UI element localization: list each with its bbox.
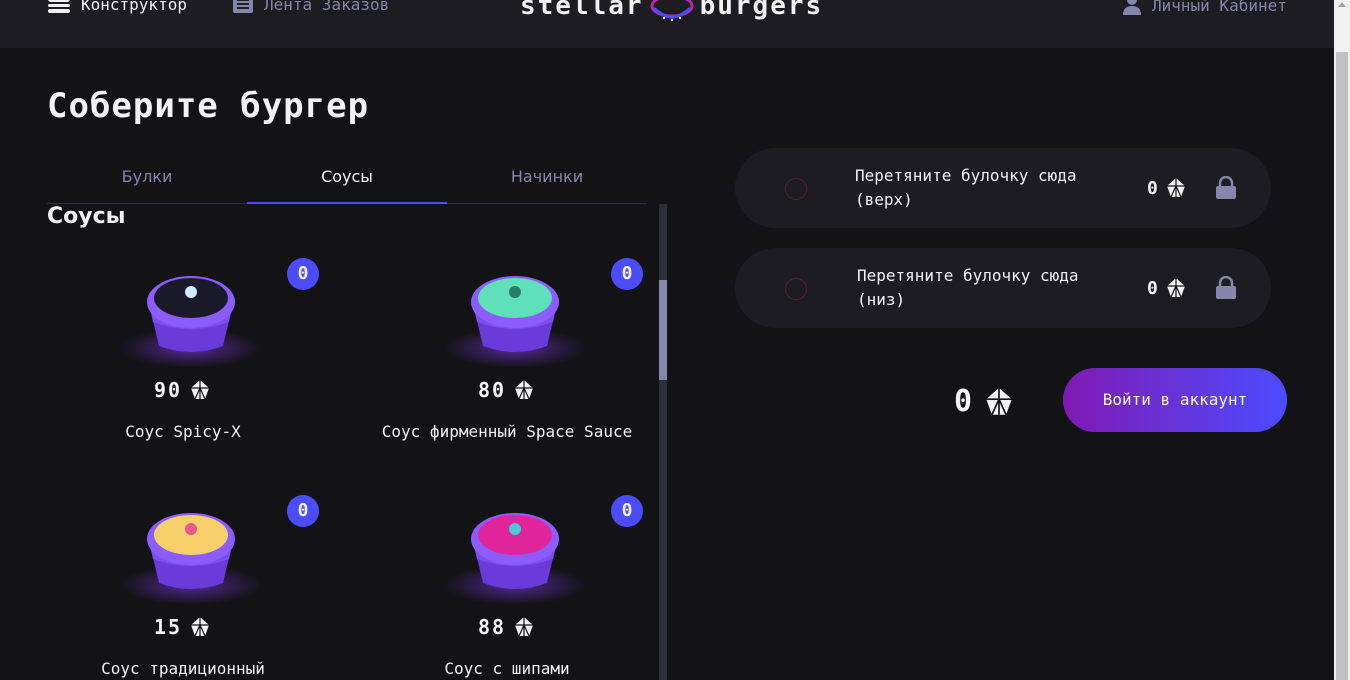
price-value: 80 [477, 378, 507, 402]
currency-icon [515, 617, 534, 637]
bun-bottom-price: 0 [1147, 276, 1188, 300]
bun-top-placeholder: Перетяните булочку сюда (верх) [855, 166, 1077, 209]
page-title: Соберите бургер [47, 86, 370, 126]
count-badge: 0 [611, 258, 643, 290]
sauce-image [91, 493, 291, 605]
user-icon [1123, 0, 1141, 15]
price-value: 88 [477, 615, 507, 639]
logo-plate-icon [650, 0, 694, 22]
logo-right-text: burgers [699, 0, 824, 21]
sauce-image [415, 493, 615, 605]
scroll-up-arrow-icon[interactable] [1338, 2, 1346, 7]
ingredient-name: Соус фирменный Space Sauce [381, 422, 633, 441]
ingredient-tabs: Булки Соусы Начинки [47, 160, 647, 204]
ingredient-price: 88 [371, 615, 643, 639]
ingredient-card[interactable]: 0 80 Соус фирменный Space Sauce [371, 256, 643, 476]
currency-icon [191, 380, 210, 400]
total-value: 0 [954, 384, 973, 419]
bun-bottom-drop-zone[interactable]: Перетяните булочку сюда (низ) 0 [735, 248, 1271, 328]
ingredient-name: Соус с шипами [444, 659, 570, 678]
empty-slot-circle-icon [785, 178, 807, 200]
currency-icon [986, 387, 1012, 415]
tab-buns[interactable]: Булки [47, 160, 247, 203]
section-title-sauces: Соусы [47, 204, 126, 229]
count-badge: 0 [287, 258, 319, 290]
logo-left-text: stellar [520, 0, 644, 21]
ingredient-name: Соус Spicy-X [125, 422, 241, 441]
lock-icon [1216, 176, 1236, 199]
nav-profile-label: Личный Кабинет [1152, 0, 1287, 15]
sauce-image [91, 256, 291, 368]
lock-icon [1216, 276, 1236, 299]
nav-order-feed[interactable]: Лента Заказов [232, 0, 389, 14]
price-value: 0 [1147, 277, 1158, 299]
nav-order-feed-label: Лента Заказов [264, 0, 390, 14]
logo[interactable]: stellar burgers [520, 0, 823, 24]
nav-profile[interactable]: Личный Кабинет [1122, 0, 1287, 16]
tab-fillings[interactable]: Начинки [447, 160, 647, 203]
price-value: 90 [153, 378, 183, 402]
tab-sauces[interactable]: Соусы [247, 160, 447, 204]
ingredient-card[interactable]: 0 88 Соус с шипами [371, 493, 643, 680]
ingredients-scrollbar[interactable] [659, 204, 667, 680]
ingredients-scrollbar-thumb[interactable] [659, 280, 667, 380]
login-button[interactable]: Войти в аккаунт [1063, 368, 1287, 432]
page-scrollbar-thumb[interactable] [1336, 52, 1348, 680]
ingredient-card[interactable]: 0 90 Соус Spicy-X [47, 256, 319, 476]
ingredient-price: 90 [47, 378, 319, 402]
bun-top-drop-zone[interactable]: Перетяните булочку сюда (верх) 0 [735, 148, 1271, 228]
currency-icon [1166, 278, 1185, 298]
bun-top-price: 0 [1147, 176, 1188, 200]
list-icon [233, 0, 253, 13]
nav-constructor[interactable]: Конструктор [47, 0, 187, 14]
price-value: 15 [153, 615, 183, 639]
ingredient-card[interactable]: 0 15 Соус традиционный [47, 493, 319, 680]
price-value: 0 [1147, 177, 1158, 199]
count-badge: 0 [611, 495, 643, 527]
nav-constructor-label: Конструктор [81, 0, 187, 14]
ingredient-price: 15 [47, 615, 319, 639]
burger-icon [48, 0, 70, 13]
app-header: Конструктор Лента Заказов stellar burger… [0, 0, 1334, 48]
currency-icon [515, 380, 534, 400]
currency-icon [191, 617, 210, 637]
empty-slot-circle-icon [785, 278, 807, 300]
ingredient-name: Соус традиционный [101, 659, 265, 678]
ingredient-price: 80 [371, 378, 643, 402]
count-badge: 0 [287, 495, 319, 527]
order-total: 0 [954, 384, 1016, 419]
bun-bottom-placeholder: Перетяните булочку сюда (низ) [857, 266, 1079, 309]
page-scrollbar[interactable] [1334, 0, 1350, 680]
currency-icon [1166, 178, 1185, 198]
sauce-image [415, 256, 615, 368]
